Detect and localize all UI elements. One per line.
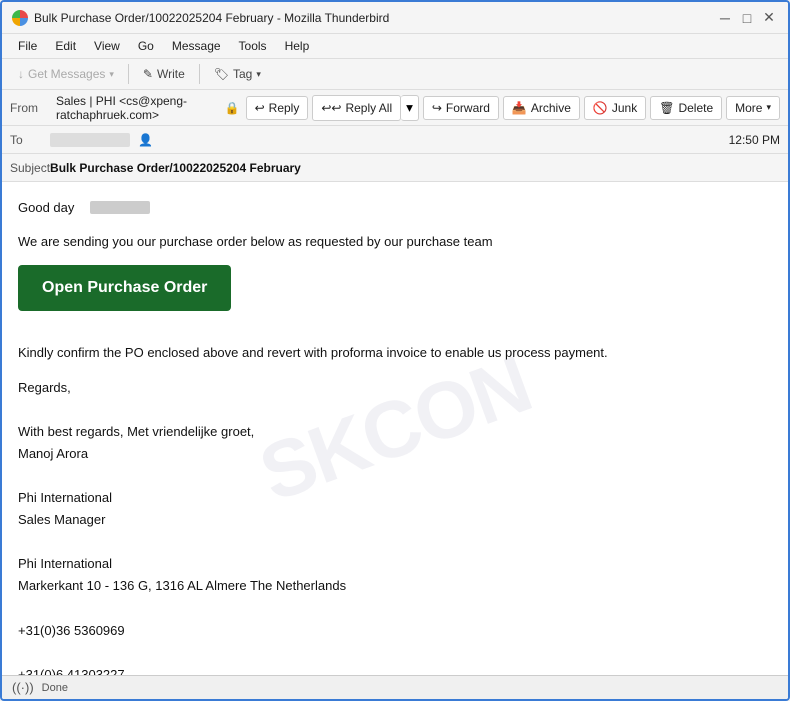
more-btn-group: More ▾ bbox=[726, 96, 780, 120]
maximize-button[interactable]: □ bbox=[738, 9, 756, 27]
greeting-line: Good day bbox=[18, 198, 772, 218]
junk-icon: 🚫 bbox=[593, 101, 608, 115]
body-line-1: We are sending you our purchase order be… bbox=[18, 232, 772, 252]
get-messages-icon: ↓ bbox=[18, 67, 24, 81]
delete-icon: 🗑 bbox=[659, 101, 674, 115]
forward-button[interactable]: ↪ Forward bbox=[423, 96, 499, 120]
get-messages-button[interactable]: ↓ Get Messages ▾ bbox=[10, 63, 122, 85]
sig-phone-2: +31(0)6 41303227 bbox=[18, 664, 772, 675]
junk-label: Junk bbox=[612, 101, 637, 115]
reply-all-button[interactable]: ↩↩ Reply All bbox=[312, 95, 401, 121]
from-value: Sales | PHI <cs@xpeng-ratchaphruek.com> bbox=[56, 94, 219, 122]
title-bar: Bulk Purchase Order/10022025204 February… bbox=[2, 2, 788, 34]
reply-all-dropdown[interactable]: ▾ bbox=[401, 95, 419, 121]
forward-icon: ↪ bbox=[432, 101, 442, 115]
window-title: Bulk Purchase Order/10022025204 February… bbox=[34, 11, 389, 25]
close-button[interactable]: ✕ bbox=[760, 9, 778, 27]
archive-label: Archive bbox=[531, 101, 571, 115]
reply-button[interactable]: ↩ Reply bbox=[246, 96, 309, 120]
thunderbird-window: Bulk Purchase Order/10022025204 February… bbox=[0, 0, 790, 701]
regards-line: Regards, bbox=[18, 377, 772, 399]
delete-btn-group: 🗑 Delete bbox=[650, 96, 722, 120]
subject-label: Subject bbox=[10, 161, 50, 175]
minimize-button[interactable]: ─ bbox=[716, 9, 734, 27]
toolbar: ↓ Get Messages ▾ ✎ Write 🏷 Tag ▾ bbox=[2, 59, 788, 90]
title-bar-left: Bulk Purchase Order/10022025204 February… bbox=[12, 10, 389, 26]
sig-phone-1: +31(0)36 5360969 bbox=[18, 620, 772, 642]
forward-btn-group: ↪ Forward bbox=[423, 96, 499, 120]
contact-icon: 👤 bbox=[138, 133, 153, 147]
write-icon: ✎ bbox=[143, 67, 153, 81]
subject-value: Bulk Purchase Order/10022025204 February bbox=[50, 161, 301, 175]
email-signature: Regards, With best regards, Met vriendel… bbox=[18, 377, 772, 676]
sig-line-6: Markerkant 10 - 136 G, 1316 AL Almere Th… bbox=[18, 575, 772, 597]
to-recipient bbox=[50, 133, 130, 147]
menu-help[interactable]: Help bbox=[277, 36, 318, 56]
forward-label: Forward bbox=[446, 101, 490, 115]
status-icon: ((·)) bbox=[12, 680, 34, 695]
write-label: Write bbox=[157, 67, 185, 81]
sender-security-icon: 🔒 bbox=[225, 101, 240, 115]
reply-all-label: Reply All bbox=[345, 101, 392, 115]
delete-button[interactable]: 🗑 Delete bbox=[650, 96, 722, 120]
menu-view[interactable]: View bbox=[86, 36, 128, 56]
toolbar-separator-2 bbox=[199, 64, 200, 84]
reply-all-btn-group: ↩↩ Reply All ▾ bbox=[312, 95, 419, 121]
email-content: Good day We are sending you our purchase… bbox=[18, 198, 772, 675]
tag-icon: 🏷 bbox=[214, 67, 229, 81]
sig-line-4: Sales Manager bbox=[18, 509, 772, 531]
write-button[interactable]: ✎ Write bbox=[135, 63, 193, 85]
get-messages-dropdown-icon: ▾ bbox=[109, 69, 114, 80]
recipient-name-redacted bbox=[90, 201, 150, 214]
window-controls: ─ □ ✕ bbox=[716, 9, 778, 27]
menu-bar: File Edit View Go Message Tools Help bbox=[2, 34, 788, 59]
sig-line-1: With best regards, Met vriendelijke groe… bbox=[18, 421, 772, 443]
menu-go[interactable]: Go bbox=[130, 36, 162, 56]
archive-btn-group: 📥 Archive bbox=[503, 96, 580, 120]
sig-line-3: Phi International bbox=[18, 487, 772, 509]
menu-tools[interactable]: Tools bbox=[231, 36, 275, 56]
email-time: 12:50 PM bbox=[729, 133, 780, 147]
junk-btn-group: 🚫 Junk bbox=[584, 96, 646, 120]
email-body: SKCON Good day We are sending you our pu… bbox=[2, 182, 788, 675]
menu-message[interactable]: Message bbox=[164, 36, 229, 56]
to-label: To bbox=[10, 133, 50, 147]
get-messages-label: Get Messages bbox=[28, 67, 105, 81]
reply-label: Reply bbox=[269, 101, 300, 115]
more-label: More bbox=[735, 101, 762, 115]
body-line-2: Kindly confirm the PO enclosed above and… bbox=[18, 343, 772, 363]
action-buttons: ↩ Reply ↩↩ Reply All ▾ ↪ Forward 📥 bbox=[246, 95, 780, 121]
open-purchase-order-button[interactable]: Open Purchase Order bbox=[18, 265, 231, 311]
reply-icon: ↩ bbox=[255, 101, 265, 115]
menu-edit[interactable]: Edit bbox=[47, 36, 84, 56]
thunderbird-icon bbox=[12, 10, 28, 26]
reply-all-icon: ↩↩ bbox=[321, 101, 341, 115]
menu-file[interactable]: File bbox=[10, 36, 45, 56]
archive-icon: 📥 bbox=[512, 101, 527, 115]
reply-btn-group: ↩ Reply bbox=[246, 96, 309, 120]
junk-button[interactable]: 🚫 Junk bbox=[584, 96, 646, 120]
delete-label: Delete bbox=[678, 101, 713, 115]
to-row: To 👤 12:50 PM bbox=[2, 126, 788, 154]
sig-line-5: Phi International bbox=[18, 553, 772, 575]
tag-button[interactable]: 🏷 Tag ▾ bbox=[206, 63, 269, 85]
status-bar: ((·)) Done bbox=[2, 675, 788, 699]
toolbar-separator-1 bbox=[128, 64, 129, 84]
more-button[interactable]: More ▾ bbox=[726, 96, 780, 120]
more-dropdown-icon: ▾ bbox=[766, 102, 771, 113]
greeting-text: Good day bbox=[18, 198, 74, 218]
status-text: Done bbox=[42, 682, 68, 694]
from-row: From Sales | PHI <cs@xpeng-ratchaphruek.… bbox=[2, 90, 788, 126]
from-label: From bbox=[10, 101, 50, 115]
archive-button[interactable]: 📥 Archive bbox=[503, 96, 580, 120]
tag-dropdown-icon: ▾ bbox=[256, 69, 261, 80]
sig-line-2: Manoj Arora bbox=[18, 443, 772, 465]
subject-row: Subject Bulk Purchase Order/10022025204 … bbox=[2, 154, 788, 182]
tag-label: Tag bbox=[233, 67, 252, 81]
